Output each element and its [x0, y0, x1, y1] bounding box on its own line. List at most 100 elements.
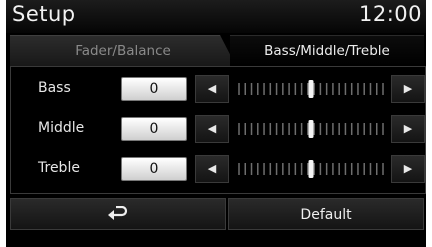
screen-title: Setup	[12, 2, 76, 26]
right-arrow-icon: ▶	[403, 122, 413, 135]
middle-row: Middle 0 ◀ ▶	[25, 115, 425, 143]
slider-tick	[244, 163, 247, 175]
slider-tick	[363, 163, 365, 175]
slider-tick	[363, 123, 365, 135]
slider-tick	[288, 123, 290, 135]
slider-tick	[319, 83, 322, 95]
slider-tick	[344, 83, 347, 95]
slider-tick	[238, 83, 240, 95]
slider-tick	[313, 123, 315, 135]
slider-tick	[325, 163, 328, 175]
slider-tick	[344, 163, 347, 175]
treble-decrease-button[interactable]: ◀	[195, 155, 229, 183]
middle-value: 0	[121, 117, 187, 141]
left-arrow-icon: ◀	[207, 122, 217, 135]
slider-tick	[375, 83, 378, 95]
top-bar: Setup 12:00	[6, 0, 426, 33]
clock: 12:00	[358, 2, 422, 26]
slider-tick	[275, 83, 278, 95]
slider-tick	[282, 163, 284, 175]
slider-tick	[238, 123, 240, 135]
slider-tick	[338, 83, 340, 95]
slider-tick	[288, 163, 290, 175]
slider-tick	[357, 83, 359, 95]
slider-thumb[interactable]	[308, 120, 314, 138]
slider-tick	[238, 163, 240, 175]
slider-tick	[350, 83, 353, 95]
left-arrow-icon: ◀	[207, 162, 217, 175]
tone-settings-panel: Bass 0 ◀ ▶ Middle 0 ◀ ▶ Treble 0 ◀ ▶	[10, 66, 426, 194]
slider-tick	[294, 83, 297, 95]
slider-tick	[263, 163, 265, 175]
left-arrow-icon: ◀	[207, 82, 217, 95]
slider-thumb[interactable]	[308, 80, 314, 98]
bass-increase-button[interactable]: ▶	[391, 75, 425, 103]
slider-tick	[250, 123, 253, 135]
slider-tick	[332, 163, 334, 175]
slider-tick	[338, 123, 340, 135]
bass-slider[interactable]	[235, 75, 387, 103]
tab-fader-balance[interactable]: Fader/Balance	[10, 35, 236, 66]
slider-tick	[319, 163, 322, 175]
slider-tick	[244, 83, 247, 95]
slider-tick	[319, 123, 322, 135]
slider-tick	[282, 83, 284, 95]
slider-tick	[344, 123, 347, 135]
tab-bass-middle-treble[interactable]: Bass/Middle/Treble	[230, 35, 424, 66]
slider-tick	[250, 83, 253, 95]
slider-tick	[338, 163, 340, 175]
slider-tick	[357, 123, 359, 135]
slider-tick	[369, 83, 372, 95]
bass-value: 0	[121, 77, 187, 101]
slider-tick	[313, 83, 315, 95]
middle-slider[interactable]	[235, 115, 387, 143]
back-button[interactable]	[10, 198, 226, 230]
middle-decrease-button[interactable]: ◀	[195, 115, 229, 143]
slider-tick	[325, 123, 328, 135]
slider-tick	[300, 163, 303, 175]
slider-tick	[350, 163, 353, 175]
slider-tick	[357, 163, 359, 175]
middle-increase-button[interactable]: ▶	[391, 115, 425, 143]
treble-increase-button[interactable]: ▶	[391, 155, 425, 183]
slider-tick	[332, 83, 334, 95]
slider-tick	[307, 163, 309, 175]
treble-row: Treble 0 ◀ ▶	[25, 155, 425, 183]
bass-row: Bass 0 ◀ ▶	[25, 75, 425, 103]
default-button[interactable]: Default	[228, 198, 424, 230]
slider-tick	[350, 123, 353, 135]
slider-tick	[294, 123, 297, 135]
slider-tick	[257, 83, 259, 95]
slider-tick	[263, 123, 265, 135]
slider-tick	[307, 123, 309, 135]
slider-tick	[275, 163, 278, 175]
slider-tick	[300, 123, 303, 135]
setup-screen: Setup 12:00 Fader/Balance Bass/Middle/Tr…	[6, 0, 426, 247]
slider-tick	[375, 123, 378, 135]
slider-tick	[275, 123, 278, 135]
slider-tick	[307, 83, 309, 95]
back-arrow-icon	[108, 205, 128, 220]
treble-value: 0	[121, 157, 187, 181]
slider-tick	[294, 163, 297, 175]
right-arrow-icon: ▶	[403, 162, 413, 175]
slider-tick	[257, 123, 259, 135]
slider-tick	[288, 83, 290, 95]
slider-tick	[257, 163, 259, 175]
slider-tick	[363, 83, 365, 95]
slider-tick	[269, 163, 272, 175]
slider-tick	[269, 123, 272, 135]
slider-tick	[263, 83, 265, 95]
bass-decrease-button[interactable]: ◀	[195, 75, 229, 103]
bass-label: Bass	[38, 80, 71, 96]
treble-label: Treble	[38, 160, 80, 176]
slider-thumb[interactable]	[308, 160, 314, 178]
slider-tick	[300, 83, 303, 95]
middle-label: Middle	[38, 120, 85, 136]
slider-tick	[369, 123, 372, 135]
slider-tick	[282, 123, 284, 135]
slider-tick	[313, 163, 315, 175]
treble-slider[interactable]	[235, 155, 387, 183]
slider-tick	[382, 83, 384, 95]
slider-tick	[382, 123, 384, 135]
